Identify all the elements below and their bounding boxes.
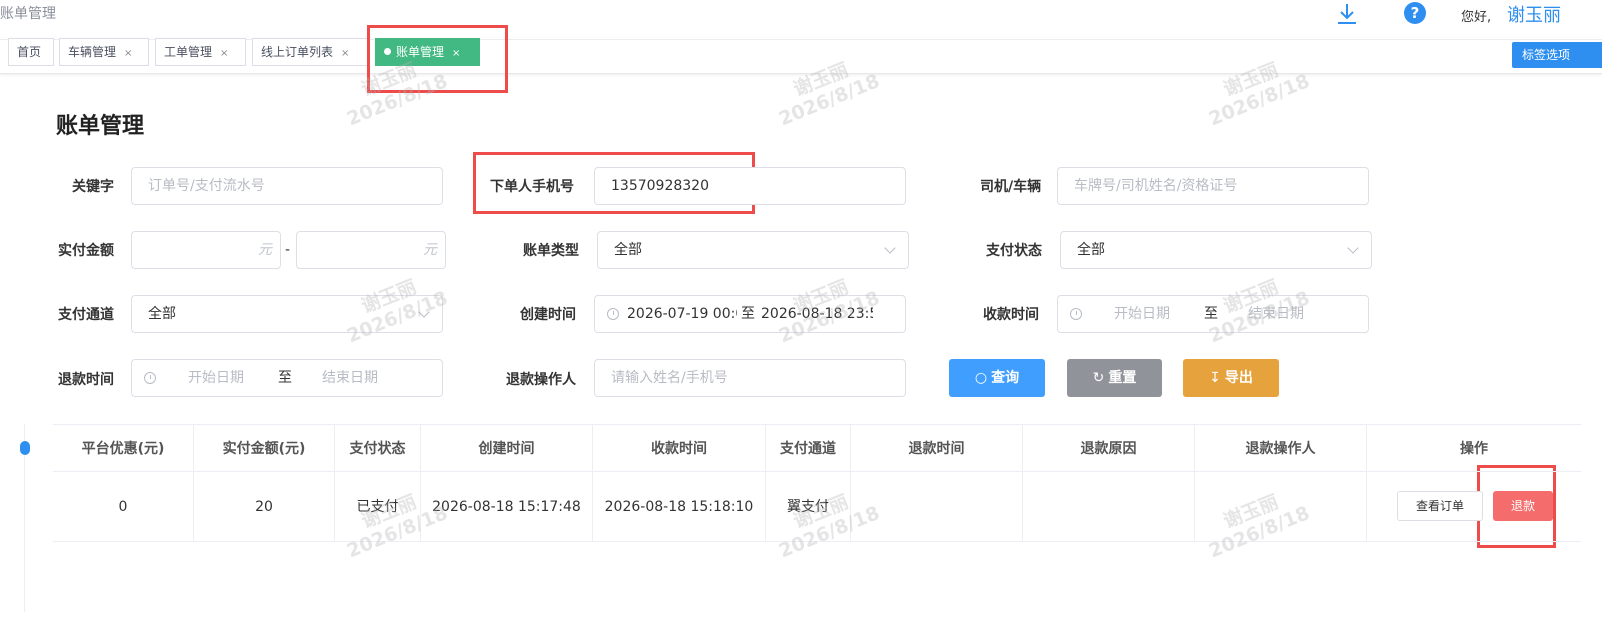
column-header: 退款时间 — [851, 424, 1023, 472]
column-header: 创建时间 — [421, 424, 593, 472]
refresh-icon: ↻ — [1092, 370, 1105, 386]
view-order-button[interactable]: 查看订单 — [1397, 491, 1483, 521]
column-header: 退款操作人 — [1195, 424, 1367, 472]
pay-status-select[interactable]: 全部 — [1060, 231, 1372, 269]
clock-icon — [607, 308, 619, 320]
tab-home[interactable]: 首页 — [8, 38, 54, 66]
refund-operator-input[interactable]: 请输入姓名/手机号 — [594, 359, 906, 397]
refund-time-label: 退款时间 — [58, 372, 114, 388]
highlight-box-active-tab — [367, 25, 508, 93]
created-time-end[interactable]: 2026-08-18 23:5 — [761, 296, 873, 332]
amount-min-input[interactable]: 元 — [131, 231, 281, 269]
bill-type-label: 账单类型 — [523, 243, 579, 259]
username-link[interactable]: 谢玉丽 — [1507, 1, 1561, 27]
app-title: 账单管理 — [0, 6, 56, 22]
driver-label: 司机/车辆 — [980, 179, 1042, 195]
created-time-start[interactable]: 2026-07-19 00:0 — [627, 296, 737, 332]
chevron-down-icon — [884, 242, 896, 254]
amount-label: 实付金额 — [58, 243, 114, 259]
top-bar: 账单管理 ? 您好, 谢玉丽 — [0, 0, 1602, 40]
pay-channel-label: 支付通道 — [58, 307, 114, 323]
column-header: 操作 — [1367, 424, 1581, 472]
received-time-separator: 至 — [1204, 306, 1218, 322]
column-header: 退款原因 — [1023, 424, 1195, 472]
keyword-label: 关键字 — [72, 179, 114, 195]
search-icon: ○ — [974, 370, 988, 386]
close-icon[interactable]: × — [124, 48, 132, 59]
help-icon[interactable]: ? — [1404, 2, 1426, 24]
phone-input[interactable]: 13570928320 — [594, 167, 906, 205]
search-button[interactable]: ○ 查询 — [949, 359, 1045, 397]
table-cell — [1023, 472, 1195, 542]
table-cell: 2026-08-18 15:17:48 — [421, 472, 593, 542]
column-header: 支付状态 — [335, 424, 421, 472]
tab-label: 车辆管理 — [68, 45, 117, 59]
column-header: 收款时间 — [593, 424, 766, 472]
page-title: 账单管理 — [56, 114, 145, 139]
amount-separator: - — [285, 242, 291, 258]
keyword-input[interactable]: 订单号/支付流水号 — [131, 167, 443, 205]
bill-type-value: 全部 — [614, 242, 642, 258]
amount-unit: 元 — [423, 242, 437, 258]
greeting-text: 您好, — [1461, 10, 1492, 25]
created-time-separator: 至 — [741, 306, 755, 322]
created-time-label: 创建时间 — [520, 307, 576, 323]
bill-type-select[interactable]: 全部 — [597, 231, 909, 269]
refund-button[interactable]: 退款 — [1493, 491, 1553, 521]
reset-button[interactable]: ↻ 重置 — [1067, 359, 1162, 397]
column-header: 平台优惠(元) — [53, 424, 194, 472]
column-header: 支付通道 — [766, 424, 851, 472]
pay-status-value: 全部 — [1077, 242, 1105, 258]
pay-status-label: 支付状态 — [986, 243, 1042, 259]
table-cell — [851, 472, 1023, 542]
export-button-label: 导出 — [1224, 370, 1253, 386]
created-time-range[interactable]: 2026-07-19 00:0 至 2026-08-18 23:5 — [594, 295, 906, 333]
refund-time-range[interactable]: 开始日期 至 结束日期 — [131, 359, 443, 397]
amount-max-input[interactable]: 元 — [296, 231, 446, 269]
refund-operator-label: 退款操作人 — [506, 372, 576, 388]
clock-icon — [144, 372, 156, 384]
close-icon[interactable]: × — [341, 48, 349, 59]
search-button-label: 查询 — [991, 370, 1020, 386]
refund-time-end[interactable]: 结束日期 — [322, 360, 378, 396]
table-cell: 20 — [194, 472, 335, 542]
tab-work-order-management[interactable]: 工单管理 × — [155, 38, 246, 66]
bill-table: 平台优惠(元) 实付金额(元) 支付状态 创建时间 收款时间 支付通道 退款时间… — [20, 424, 1602, 612]
tab-label: 工单管理 — [164, 45, 213, 59]
tab-vehicle-management[interactable]: 车辆管理 × — [59, 38, 149, 66]
table-cell: 0 — [53, 472, 194, 542]
received-time-start[interactable]: 开始日期 — [1114, 296, 1170, 332]
amount-unit: 元 — [258, 242, 272, 258]
pay-channel-value: 全部 — [148, 306, 176, 322]
tab-label: 线上订单列表 — [261, 45, 334, 59]
download-icon[interactable] — [1336, 2, 1358, 26]
table-cell: 已支付 — [335, 472, 421, 542]
download-icon: ↧ — [1209, 370, 1221, 386]
column-selector-icon[interactable] — [20, 441, 30, 455]
tabs-bar: 首页 车辆管理 × 工单管理 × 线上订单列表 × 账单管理 × 标签选项 — [0, 38, 1602, 74]
chevron-down-icon — [418, 306, 430, 318]
received-time-end[interactable]: 结束日期 — [1248, 296, 1304, 332]
refund-time-separator: 至 — [278, 370, 292, 386]
reset-button-label: 重置 — [1108, 370, 1137, 386]
table-cell: 翼支付 — [766, 472, 851, 542]
received-time-label: 收款时间 — [983, 307, 1039, 323]
tab-online-order-list[interactable]: 线上订单列表 × — [252, 38, 369, 66]
table-cell: 2026-08-18 15:18:10 — [593, 472, 766, 542]
chevron-down-icon — [1347, 242, 1359, 254]
received-time-range[interactable]: 开始日期 至 结束日期 — [1057, 295, 1369, 333]
pay-channel-select[interactable]: 全部 — [131, 295, 443, 333]
close-icon[interactable]: × — [220, 48, 228, 59]
table-cell — [1195, 472, 1367, 542]
refund-time-start[interactable]: 开始日期 — [188, 360, 244, 396]
tab-options-button[interactable]: 标签选项 — [1512, 42, 1602, 68]
driver-input[interactable]: 车牌号/司机姓名/资格证号 — [1057, 167, 1369, 205]
export-button[interactable]: ↧ 导出 — [1183, 359, 1279, 397]
column-header: 实付金额(元) — [194, 424, 335, 472]
tab-label: 首页 — [17, 45, 42, 59]
clock-icon — [1070, 308, 1082, 320]
phone-label: 下单人手机号 — [490, 179, 574, 195]
